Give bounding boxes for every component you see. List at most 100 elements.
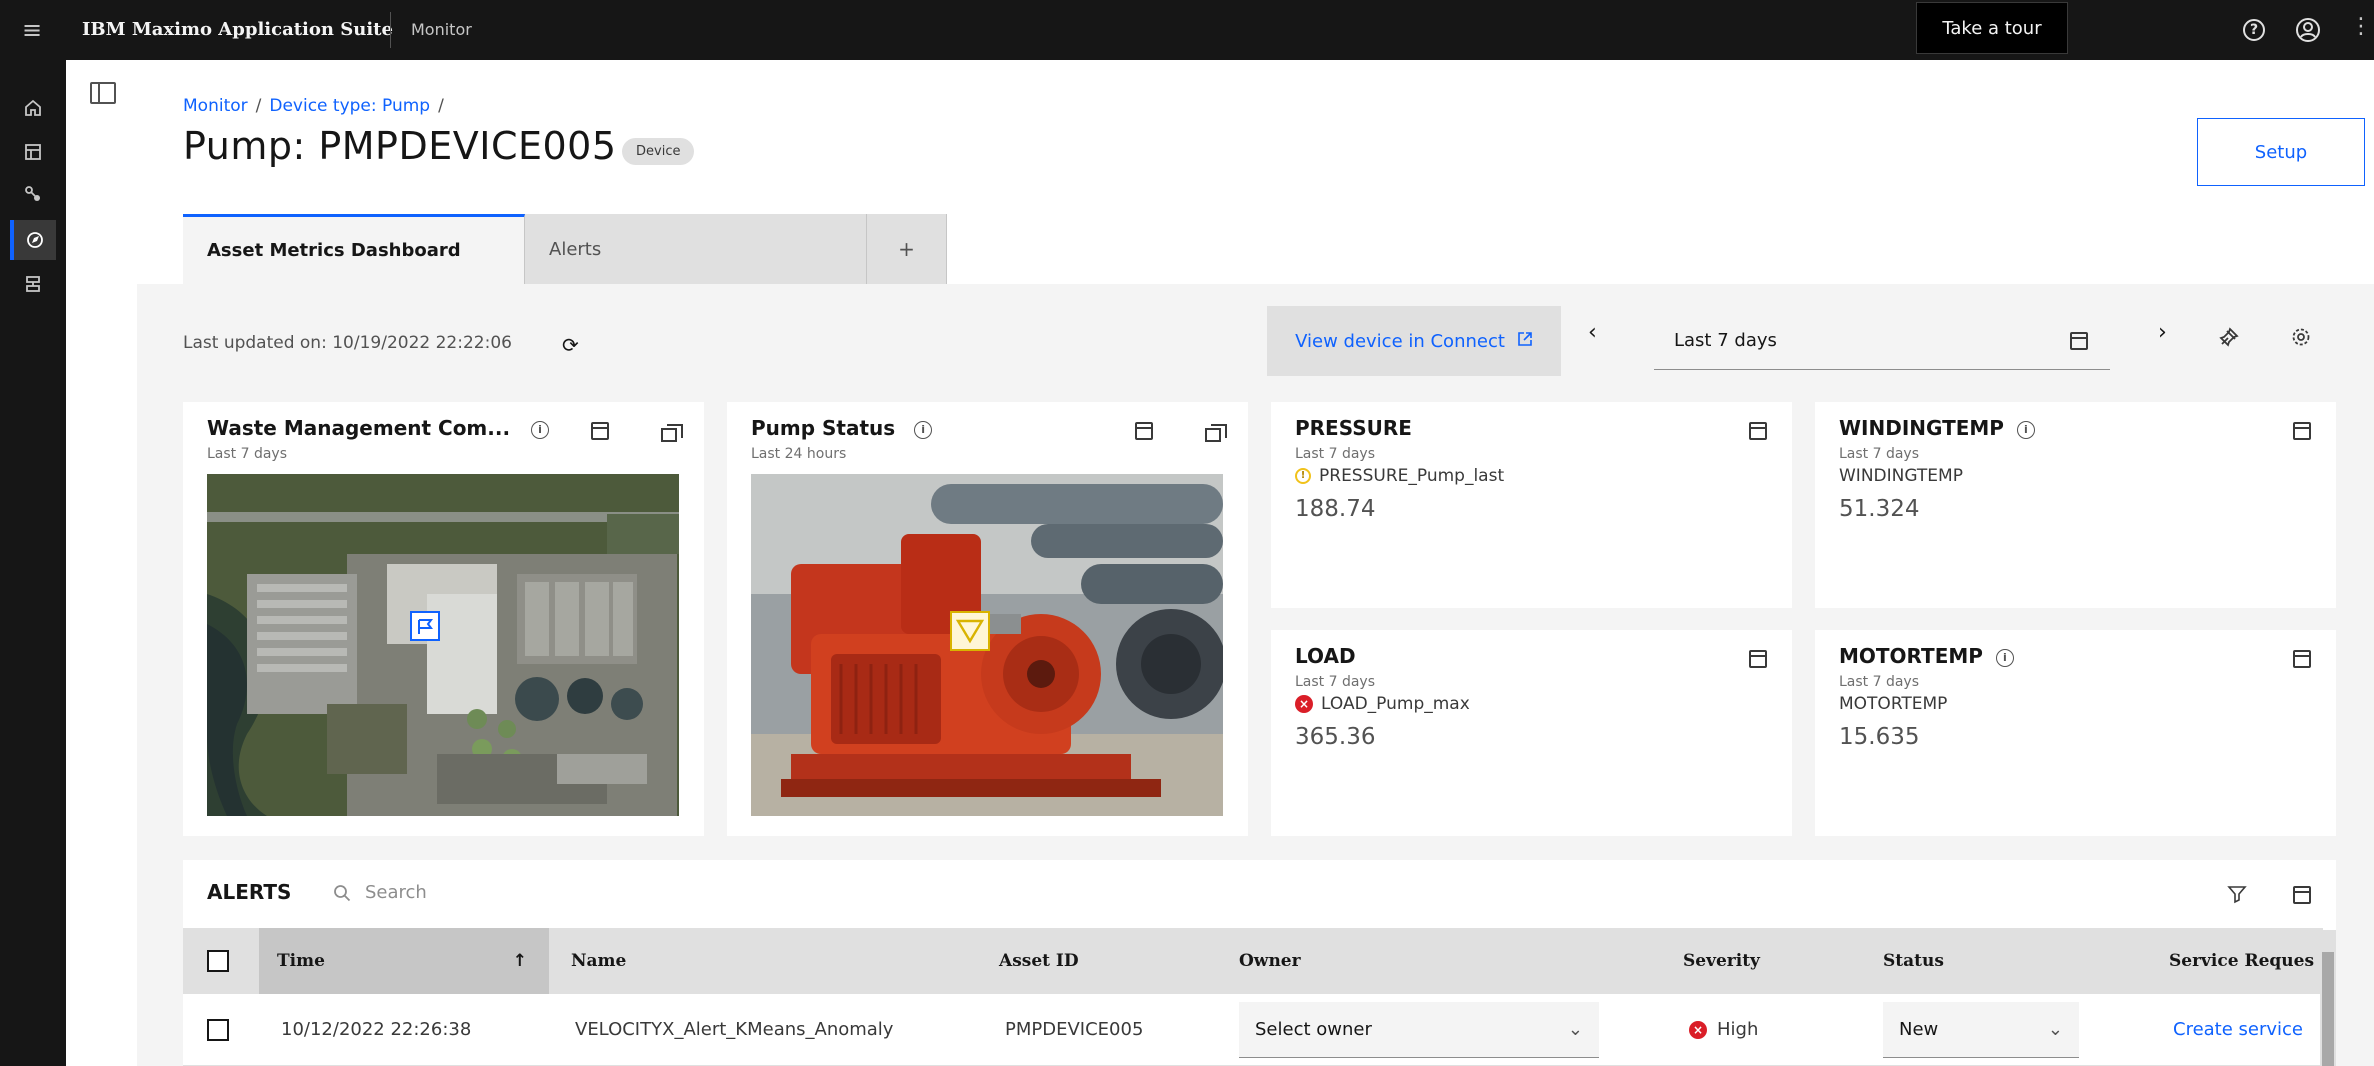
metric-label: × LOAD_Pump_max <box>1295 694 1470 714</box>
card-title: WINDINGTEMP i <box>1839 416 2035 440</box>
calendar-icon[interactable] <box>2293 650 2311 668</box>
table-header-row: Time ↑ Name Asset ID Owner Severity Stat… <box>183 928 2323 994</box>
pin-icon[interactable] <box>2218 326 2240 352</box>
metric-name: WINDINGTEMP <box>1839 466 1963 486</box>
column-header-time[interactable]: Time ↑ <box>259 928 549 994</box>
breadcrumb-device-type[interactable]: Device type: Pump <box>269 96 430 116</box>
card-title-text: Pump Status <box>751 416 896 440</box>
card-subtitle: Last 7 days <box>207 446 288 462</box>
metric-name: LOAD_Pump_max <box>1321 694 1470 714</box>
status-select-value: New <box>1899 1019 1939 1040</box>
user-avatar-icon[interactable] <box>2290 12 2326 48</box>
search-placeholder: Search <box>365 882 427 903</box>
pump-photo-image <box>751 474 1223 816</box>
side-panel-toggle-icon[interactable] <box>90 82 116 104</box>
card-subtitle: Last 7 days <box>1295 674 1376 690</box>
card-title: MOTORTEMP i <box>1839 644 2014 668</box>
table-row[interactable]: 10/12/2022 22:26:38 VELOCITYX_Alert_KMea… <box>183 994 2323 1066</box>
hamburger-menu-icon[interactable]: ≡ <box>14 12 50 48</box>
overflow-menu-icon[interactable]: ⋮ <box>2350 14 2372 39</box>
dashboard-icon[interactable] <box>10 132 56 172</box>
scrollbar-thumb[interactable] <box>2322 952 2334 1066</box>
card-pressure: PRESSURE Last 7 days ! PRESSURE_Pump_last… <box>1271 402 1792 608</box>
cell-severity: × High <box>1689 994 1758 1065</box>
calendar-icon[interactable] <box>1135 422 1153 440</box>
date-range-picker[interactable]: Last 7 days <box>1654 314 2110 370</box>
metric-label: ! PRESSURE_Pump_last <box>1295 466 1504 486</box>
expand-icon[interactable] <box>661 424 683 442</box>
date-range-value: Last 7 days <box>1674 330 1777 351</box>
info-icon[interactable]: i <box>531 420 550 439</box>
column-header-status[interactable]: Status <box>1883 928 1944 994</box>
services-icon[interactable] <box>10 264 56 304</box>
setup-button[interactable]: Setup <box>2197 118 2365 186</box>
calendar-icon[interactable] <box>1749 650 1767 668</box>
dashboard-tabs: Asset Metrics Dashboard Alerts + <box>183 214 947 284</box>
error-icon: × <box>1689 1020 1707 1039</box>
info-icon[interactable]: i <box>1995 648 2014 667</box>
cell-time: 10/12/2022 22:26:38 <box>281 1019 472 1040</box>
alerts-search[interactable]: Search <box>333 882 427 903</box>
expand-icon[interactable] <box>1205 424 1227 442</box>
date-prev-chevron-icon[interactable]: ‹ <box>1588 320 1597 345</box>
add-tab-button[interactable]: + <box>867 214 947 284</box>
monitor-icon[interactable] <box>10 220 56 260</box>
calendar-icon[interactable] <box>591 422 609 440</box>
metric-value: 51.324 <box>1839 496 1920 522</box>
card-motortemp: MOTORTEMP i Last 7 days MOTORTEMP 15.635 <box>1815 630 2336 836</box>
chevron-down-icon: ⌄ <box>2047 1019 2063 1040</box>
refresh-icon[interactable]: ⟳ <box>562 333 579 357</box>
column-header-service-request[interactable]: Service Reques <box>2169 928 2314 994</box>
card-title: Pump Status i <box>751 416 933 440</box>
help-icon[interactable]: ? <box>2236 12 2272 48</box>
settings-gear-icon[interactable] <box>2290 326 2312 352</box>
card-subtitle: Last 7 days <box>1295 446 1376 462</box>
card-title: LOAD <box>1295 644 1356 668</box>
assets-icon[interactable] <box>10 174 56 214</box>
tab-asset-metrics-dashboard[interactable]: Asset Metrics Dashboard <box>183 214 525 284</box>
sort-ascending-icon[interactable]: ↑ <box>513 951 527 971</box>
metric-value: 188.74 <box>1295 496 1376 522</box>
card-waste-management: Waste Management Com... i Last 7 days <box>183 402 704 836</box>
column-header-name[interactable]: Name <box>571 928 626 994</box>
calendar-icon[interactable] <box>1749 422 1767 440</box>
take-tour-button[interactable]: Take a tour <box>1916 2 2068 54</box>
tab-alerts[interactable]: Alerts <box>525 214 867 284</box>
alerts-title: ALERTS <box>207 880 292 904</box>
table-scrollbar[interactable] <box>2320 930 2336 1066</box>
column-header-owner[interactable]: Owner <box>1239 928 1301 994</box>
filter-icon[interactable] <box>2227 884 2247 908</box>
card-pump-status: Pump Status i Last 24 hours <box>727 402 1248 836</box>
cell-name: VELOCITYX_Alert_KMeans_Anomaly <box>575 1019 894 1040</box>
owner-select[interactable]: Select owner ⌄ <box>1239 1002 1599 1058</box>
severity-value: High <box>1717 1019 1759 1040</box>
column-header-severity[interactable]: Severity <box>1683 928 1760 994</box>
card-title: Waste Management Com... i <box>207 416 550 440</box>
info-icon[interactable]: i <box>914 420 933 439</box>
page-title: Pump: PMPDEVICE005 <box>183 124 617 168</box>
last-updated: Last updated on: 10/19/2022 22:22:06 <box>183 333 512 353</box>
view-device-connect-button[interactable]: View device in Connect <box>1267 306 1561 376</box>
breadcrumb-monitor[interactable]: Monitor <box>183 96 248 116</box>
create-service-link[interactable]: Create service <box>2173 994 2303 1065</box>
info-icon[interactable]: i <box>2016 420 2035 439</box>
card-title-text: Waste Management Com... <box>207 416 511 440</box>
chevron-down-icon: ⌄ <box>1567 1019 1583 1040</box>
facility-aerial-image <box>207 474 679 816</box>
card-title: PRESSURE <box>1295 416 1412 440</box>
row-checkbox[interactable] <box>207 994 229 1065</box>
calendar-icon[interactable] <box>2293 422 2311 440</box>
home-icon[interactable] <box>10 88 56 128</box>
brand-name[interactable]: IBM Maximo Application Suite <box>82 0 393 60</box>
view-device-connect-label: View device in Connect <box>1295 330 1505 352</box>
select-all-checkbox[interactable] <box>207 928 229 994</box>
status-select[interactable]: New ⌄ <box>1883 1002 2079 1058</box>
search-icon <box>334 884 351 901</box>
column-header-asset-id[interactable]: Asset ID <box>999 928 1079 994</box>
calendar-icon[interactable] <box>2293 886 2311 904</box>
owner-select-value: Select owner <box>1255 1019 1372 1040</box>
date-next-chevron-icon[interactable]: › <box>2158 320 2167 345</box>
card-subtitle: Last 7 days <box>1839 674 1920 690</box>
app-name[interactable]: Monitor <box>411 0 472 60</box>
metric-value: 365.36 <box>1295 724 1376 750</box>
